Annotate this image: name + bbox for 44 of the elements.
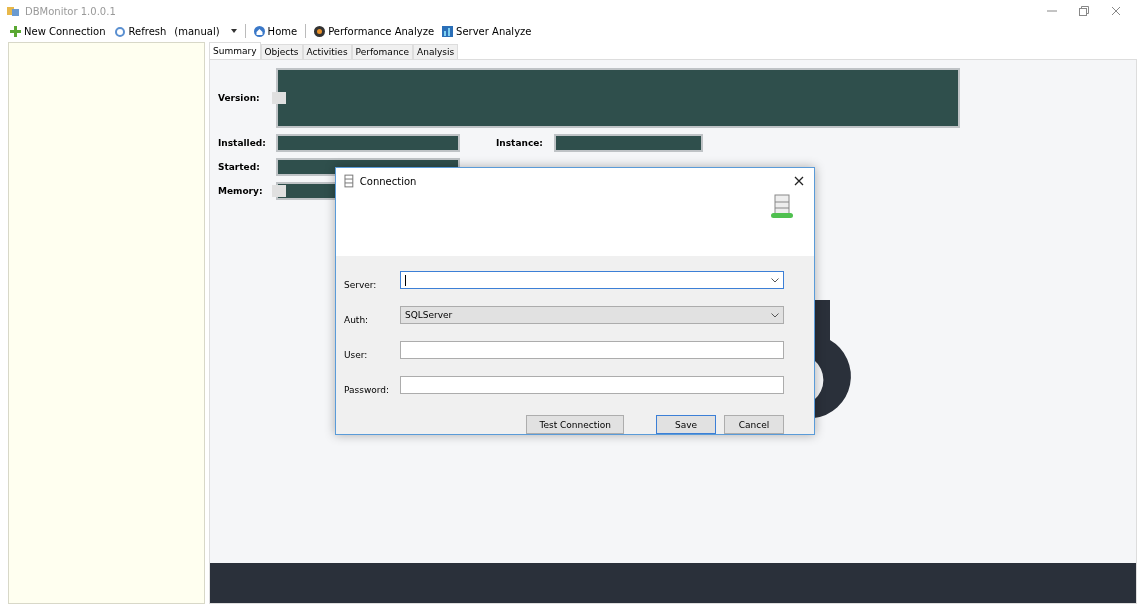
tab[interactable]: Objects	[260, 44, 303, 59]
new-connection-button[interactable]: New Connection	[8, 25, 108, 37]
tab[interactable]: Analysis	[413, 44, 459, 59]
close-button[interactable]	[792, 174, 806, 188]
gauge-icon	[314, 25, 326, 37]
field-label: Auth:	[344, 314, 370, 325]
dialog-button[interactable]: Cancel	[724, 415, 784, 434]
field-label: Version:	[218, 92, 261, 104]
window-title: DBMonitor 1.0.0.1	[25, 5, 116, 17]
field-label: Password:	[344, 384, 391, 395]
performance-analyze-button[interactable]: Performance Analyze	[312, 25, 437, 37]
dialog-button[interactable]: Save	[656, 415, 716, 434]
refresh-button[interactable]: Refresh	[111, 25, 169, 37]
refresh-icon	[113, 25, 126, 37]
server-analyze-button[interactable]: Server Analyze	[440, 25, 534, 37]
app-icon	[6, 5, 20, 17]
chevron-icon	[771, 277, 779, 283]
field-label: User:	[344, 349, 369, 360]
chart-icon	[442, 25, 454, 37]
home-icon	[253, 25, 265, 37]
tab[interactable]: Perfomance	[351, 44, 414, 59]
field-label: Started:	[218, 161, 261, 173]
close-icon	[794, 176, 804, 186]
tab[interactable]: Activities	[302, 44, 352, 59]
refresh-mode-dropdown[interactable]: (manual)	[172, 25, 239, 37]
restore-icon[interactable]	[1079, 6, 1089, 16]
dropdown-field[interactable]	[400, 271, 784, 289]
field-label: Instance:	[496, 137, 544, 149]
field-label: Server:	[344, 279, 378, 290]
input-field[interactable]	[400, 341, 784, 359]
database-icon	[344, 174, 354, 188]
plus-icon	[10, 25, 21, 37]
tab[interactable]: Summary	[209, 42, 261, 59]
dialog-button[interactable]: Test Connection	[526, 415, 624, 434]
field-label: Memory:	[218, 185, 264, 197]
dropdown-field[interactable]: SQLServer	[400, 306, 784, 324]
server-icon	[770, 194, 794, 220]
chevron-icon	[771, 312, 779, 318]
field-label: Installed:	[218, 137, 267, 149]
home-button[interactable]: Home	[251, 25, 300, 37]
close-icon[interactable]	[1111, 6, 1121, 16]
caret-icon	[230, 29, 237, 33]
dialog-title: Connection	[359, 175, 417, 187]
input-field[interactable]	[400, 376, 784, 394]
